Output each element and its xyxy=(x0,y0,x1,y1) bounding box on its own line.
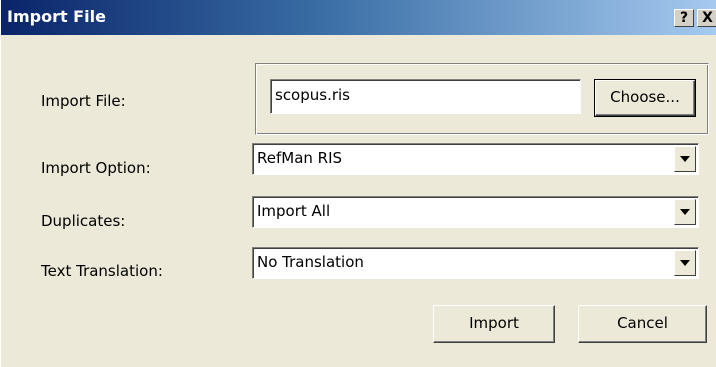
import-button[interactable]: Import xyxy=(433,305,555,343)
title-bar[interactable]: Import File ? X xyxy=(1,0,716,35)
text-translation-value: No Translation xyxy=(257,253,364,271)
chevron-down-icon xyxy=(680,156,690,162)
text-translation-dropdown-button[interactable] xyxy=(674,250,696,276)
import-file-label: Import File: xyxy=(41,92,126,110)
import-file-input[interactable]: scopus.ris xyxy=(270,79,581,114)
chevron-down-icon xyxy=(680,209,690,215)
close-button[interactable]: X xyxy=(697,9,716,27)
import-option-select[interactable]: RefMan RIS xyxy=(252,143,699,175)
cancel-button[interactable]: Cancel xyxy=(578,305,707,343)
help-button[interactable]: ? xyxy=(674,9,694,27)
text-translation-label: Text Translation: xyxy=(41,262,163,280)
import-file-dialog: Import File ? X Import File: scopus.ris … xyxy=(0,0,716,367)
text-translation-select[interactable]: No Translation xyxy=(252,247,699,279)
import-option-dropdown-button[interactable] xyxy=(674,146,696,172)
duplicates-value: Import All xyxy=(257,202,331,220)
import-option-value: RefMan RIS xyxy=(257,149,343,167)
window-title: Import File xyxy=(7,7,106,26)
choose-button[interactable]: Choose... xyxy=(594,79,696,117)
chevron-down-icon xyxy=(680,260,690,266)
duplicates-dropdown-button[interactable] xyxy=(674,199,696,225)
duplicates-select[interactable]: Import All xyxy=(252,196,699,228)
duplicates-label: Duplicates: xyxy=(41,212,126,230)
import-option-label: Import Option: xyxy=(41,159,151,177)
